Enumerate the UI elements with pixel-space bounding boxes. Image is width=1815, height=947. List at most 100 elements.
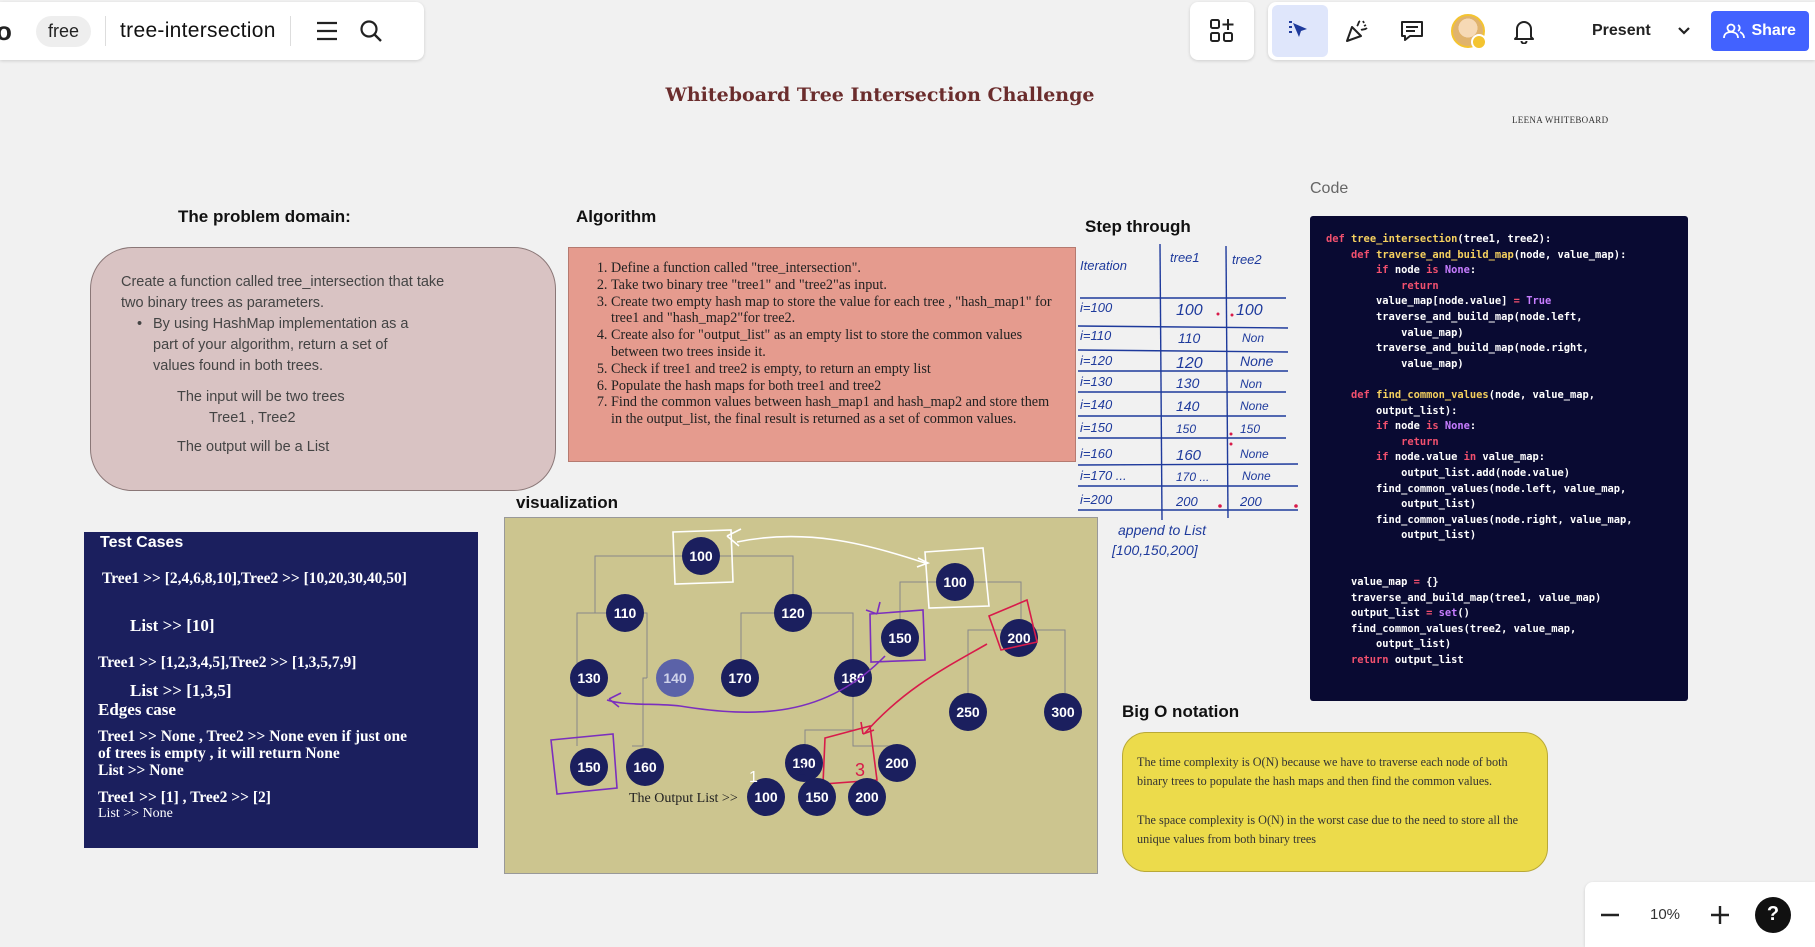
space-complexity: The space complexity is O(N) in the wors…: [1137, 813, 1519, 846]
tree-edges: [576, 555, 1066, 763]
algorithm-card[interactable]: Define a function called "tree_intersect…: [568, 247, 1076, 462]
step-through-heading[interactable]: Step through: [1085, 217, 1191, 237]
zoom-in-icon[interactable]: [1695, 893, 1745, 937]
apps-button[interactable]: [1190, 2, 1254, 60]
share-button[interactable]: Share: [1710, 11, 1809, 51]
table-cell: 200: [1239, 494, 1262, 509]
algorithm-heading[interactable]: Algorithm: [576, 207, 656, 227]
table-cell: i=140: [1080, 397, 1113, 412]
problem-description: Create a function called tree_intersecti…: [121, 274, 445, 311]
author-text[interactable]: Leena Whiteboard: [1512, 115, 1608, 125]
algorithm-step: Create two empty hash map to store the v…: [611, 294, 1061, 328]
table-cell: i=170 ...: [1080, 468, 1127, 483]
output-node-label: 200: [855, 789, 879, 805]
edge-case-1: Tree1 >> None , Tree2 >> None even if ju…: [98, 728, 407, 745]
output-node-label: 100: [754, 789, 778, 805]
algorithm-step: Populate the hash maps for both tree1 an…: [611, 378, 1061, 395]
tree-node-label: 140: [663, 670, 687, 686]
help-icon[interactable]: ?: [1755, 896, 1791, 933]
code-block[interactable]: def tree_intersection(tree1, tree2): def…: [1310, 216, 1688, 701]
tree-node-label: 110: [614, 605, 637, 621]
table-cell: None: [1242, 469, 1271, 483]
table-cell: i=120: [1080, 353, 1113, 368]
table-cell: None: [1240, 399, 1269, 413]
table-cell: 160: [1176, 447, 1202, 464]
tree-node-label: 100: [943, 574, 967, 590]
bigo-card[interactable]: The time complexity is O(N) because we h…: [1122, 732, 1548, 872]
table-cell: i=100: [1080, 300, 1113, 315]
menu-icon[interactable]: [305, 9, 349, 53]
tree-node-label: 100: [689, 548, 713, 564]
tree-node-label: 150: [577, 759, 601, 775]
miro-logo[interactable]: o: [0, 16, 16, 47]
visualization-heading[interactable]: visualization: [516, 493, 618, 513]
search-icon[interactable]: [349, 9, 393, 53]
input-trees-text: Tree1 , Tree2: [209, 410, 296, 426]
board-name[interactable]: tree-intersection: [120, 19, 276, 43]
append-note: append to List: [1118, 522, 1207, 538]
test-result-1: List >> [10]: [130, 616, 215, 635]
table-cell: Non: [1242, 331, 1264, 345]
table-cell: 150: [1176, 422, 1196, 436]
input-text: The input will be two trees: [177, 389, 345, 405]
test-case-2: Tree1 >> [1,2,3,4,5],Tree2 >> [1,3,5,7,9…: [98, 654, 357, 671]
tests-heading: Test Cases: [100, 534, 184, 551]
share-label: Share: [1751, 22, 1796, 39]
algorithm-step: Take two binary tree "tree1" and "tree2"…: [611, 277, 1061, 294]
test-result-2: List >> [1,3,5]: [130, 681, 232, 700]
visualization-card[interactable]: 100 110 120 130 140 170 180 150 160 190 …: [504, 517, 1098, 874]
problem-sticky[interactable]: Create a function called tree_intersecti…: [90, 247, 556, 491]
users-icon: [1723, 23, 1746, 39]
divider: [289, 16, 291, 46]
divider: [105, 16, 107, 46]
tree-node-label: 170: [728, 670, 752, 686]
edge-case-1-cont: of trees is empty , it will return None: [98, 745, 340, 762]
algorithm-step: Find the common values between hash_map1…: [611, 394, 1061, 428]
output-text: The output will be a List: [177, 439, 330, 455]
table-cell: 200: [1175, 494, 1198, 509]
edge-case-2-result: List >> None: [98, 806, 173, 821]
table-cell: i=110: [1080, 328, 1112, 343]
celebrate-icon[interactable]: [1328, 3, 1384, 59]
board-title[interactable]: Whiteboard Tree Intersection Challenge: [600, 84, 1160, 106]
notifications-bell-icon[interactable]: [1496, 3, 1552, 59]
table-text: Iteration tree1 tree2 i=100 100 100 i=110 1…: [1080, 250, 1274, 558]
zoom-level[interactable]: 10%: [1635, 906, 1695, 923]
time-complexity: The time complexity is O(N) because we h…: [1137, 755, 1508, 788]
plan-badge[interactable]: free: [36, 15, 92, 47]
append-result: [100,150,200]: [1111, 542, 1199, 558]
present-button[interactable]: Present: [1574, 12, 1669, 50]
collaboration-toolbar: Present Share: [1268, 2, 1815, 60]
table-cell: i=150: [1080, 420, 1113, 435]
bigo-heading[interactable]: Big O notation: [1122, 702, 1239, 722]
algorithm-step: Create also for "output_list" as an empt…: [611, 327, 1061, 361]
test-case-1: Tree1 >> [2,4,6,8,10],Tree2 >> [10,20,30…: [102, 570, 407, 587]
highlight-box-red: [822, 724, 878, 785]
problem-heading[interactable]: The problem domain:: [178, 207, 351, 227]
table-cell: i=160: [1080, 446, 1113, 461]
algorithm-step: Define a function called "tree_intersect…: [611, 260, 1061, 277]
chevron-down-icon[interactable]: [1669, 12, 1699, 50]
table-cell: i=200: [1080, 492, 1113, 507]
cursor-select-icon[interactable]: [1272, 5, 1328, 57]
tree-node-label: 120: [781, 605, 805, 621]
arrow-white: [736, 535, 926, 564]
user-avatar[interactable]: [1440, 3, 1496, 59]
table-cell: 110: [1178, 330, 1201, 346]
edge-case-1-result: List >> None: [98, 762, 184, 779]
code-label[interactable]: Code: [1310, 180, 1348, 198]
zoom-out-icon[interactable]: [1585, 893, 1635, 937]
tree-node-label: 250: [956, 704, 980, 720]
problem-bullets: By using HashMap implementation as a par…: [137, 314, 525, 377]
output-list: 100 150 200: [747, 778, 886, 816]
comment-icon[interactable]: [1384, 3, 1440, 59]
table-cell: i=130: [1080, 374, 1113, 389]
hand-number: 3: [855, 760, 865, 780]
step-through-table[interactable]: Iteration tree1 tree2 i=100 100 100 i=110 1…: [1076, 240, 1306, 570]
tree-node-label: 300: [1051, 704, 1075, 720]
table-cell: 100: [1236, 302, 1263, 319]
apps-icon: [1210, 19, 1234, 42]
edge-case-2: Tree1 >> [1] , Tree2 >> [2]: [98, 789, 271, 806]
test-cases-card[interactable]: Test Cases Tree1 >> [2,4,6,8,10],Tree2 >…: [84, 532, 478, 848]
tree-node-label: 200: [885, 755, 909, 771]
